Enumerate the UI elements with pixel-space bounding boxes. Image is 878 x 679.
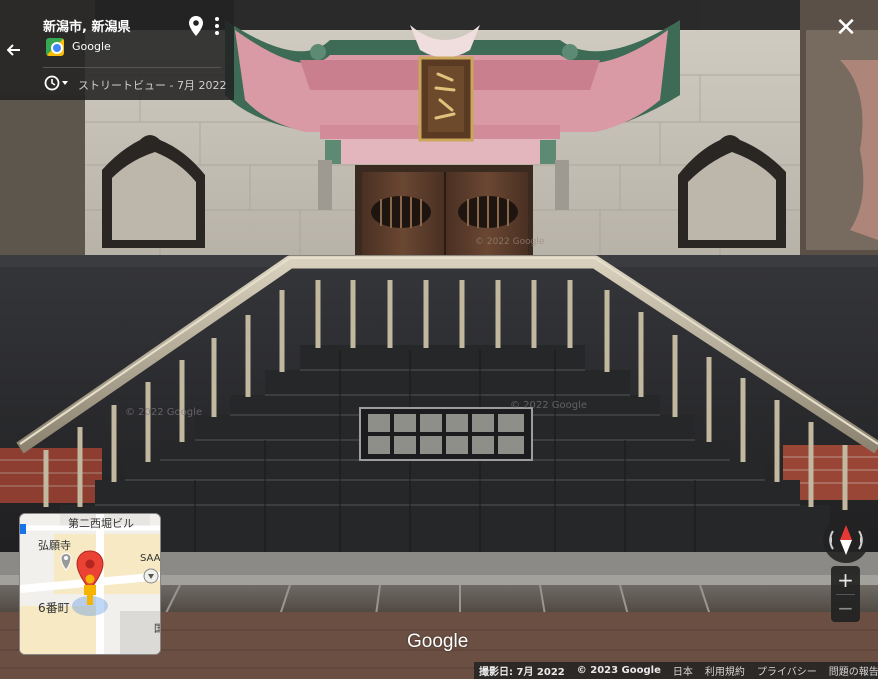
zoom-in-button[interactable]: + (831, 566, 860, 594)
dot-icon (215, 31, 219, 35)
dot-icon (215, 17, 219, 21)
imagery-date-label: ストリートビュー - 7月 2022 (78, 79, 227, 92)
capture-date: 撮影日: 7月 2022 (479, 667, 565, 678)
dot-icon (215, 24, 219, 28)
provider-name: Google (72, 40, 111, 53)
map-label-edge: 国 (154, 620, 160, 635)
place-title: 新潟市, 新潟県 (43, 20, 131, 35)
map-pin-icon (189, 16, 203, 36)
country-link[interactable]: 日本 (673, 663, 693, 678)
location-info-card: 新潟市, 新潟県 Google ストリートビュー - 7月 2022 (0, 0, 234, 100)
copyright: © 2023 Google (576, 665, 661, 676)
close-icon: ✕ (835, 13, 857, 43)
zoom-controls: + − (831, 566, 860, 622)
temple-name-plaque (418, 56, 474, 142)
divider (43, 67, 221, 68)
brick-planter-left (0, 448, 102, 503)
compass-button[interactable] (823, 517, 869, 563)
map-label-saa: SAA (140, 553, 161, 564)
pegman-icon (84, 574, 96, 605)
back-button[interactable] (0, 0, 28, 100)
location-pin-button[interactable] (188, 15, 204, 37)
imagery-history-button[interactable] (43, 74, 71, 92)
arrow-left-icon (7, 44, 20, 56)
attribution-bar: 撮影日: 7月 2022 © 2023 Google 日本 利用規約 プライバシ… (474, 662, 878, 679)
scene-watermark: © 2022 Google (510, 400, 587, 411)
google-watermark: Google (407, 631, 469, 652)
zoom-out-button[interactable]: − (831, 594, 860, 622)
map-label-temple: 弘願寺 (38, 539, 71, 552)
report-problem-link[interactable]: 問題の報告 (829, 663, 878, 678)
scene-watermark: © 2022 Google (475, 237, 545, 247)
compass-icon (829, 525, 863, 555)
google-maps-logo-icon (46, 38, 64, 56)
terms-link[interactable]: 利用規約 (705, 663, 745, 678)
scene-watermark: © 2022 Google (125, 407, 202, 418)
clock-history-icon (44, 75, 68, 91)
privacy-link[interactable]: プライバシー (757, 663, 817, 678)
minimap[interactable]: 第二西堀ビル 弘願寺 SAA 6番町 国 (19, 513, 161, 655)
map-label-district: 6番町 (38, 601, 70, 615)
map-label-building: 第二西堀ビル (68, 517, 134, 530)
more-options-button[interactable] (212, 16, 222, 36)
close-button[interactable]: ✕ (831, 15, 861, 43)
